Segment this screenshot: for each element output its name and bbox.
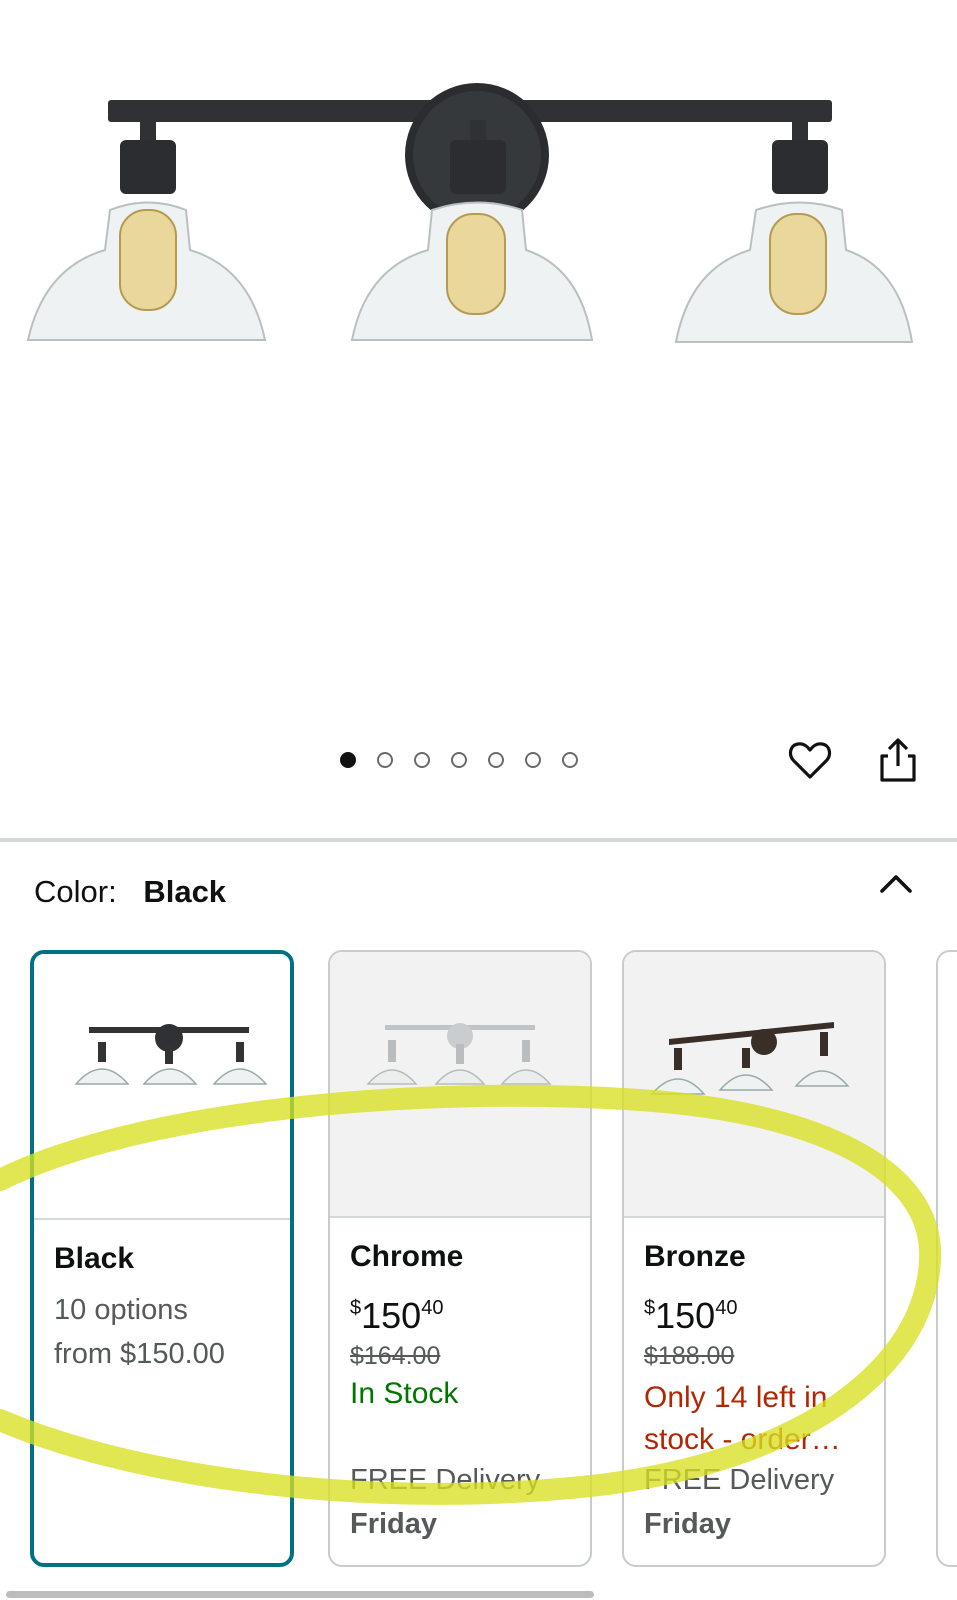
option-price: $15040 — [350, 1286, 580, 1338]
color-selected-value: Black — [143, 874, 227, 909]
section-divider — [0, 838, 957, 842]
carousel-dot[interactable] — [488, 752, 504, 768]
carousel-dot[interactable] — [562, 752, 578, 768]
chevron-up-icon[interactable] — [878, 870, 914, 896]
color-label: Color: — [34, 874, 117, 909]
color-option-next-partial[interactable] — [936, 950, 957, 1567]
color-option-chrome[interactable]: Chrome $15040 $164.00 In Stock FREE Deli… — [328, 950, 592, 1567]
carousel-dot[interactable] — [340, 752, 356, 768]
price-currency: $ — [644, 1297, 656, 1319]
price-whole: 150 — [655, 1295, 716, 1336]
carousel-dot[interactable] — [377, 752, 393, 768]
option-from-price: from $150.00 — [54, 1338, 225, 1370]
carousel-dot[interactable] — [451, 752, 467, 768]
color-option-black[interactable]: Black 10 options from $150.00 — [30, 950, 294, 1567]
option-thumbnail — [34, 954, 290, 1220]
option-name: Black — [54, 1242, 135, 1275]
price-whole: 150 — [361, 1295, 422, 1336]
option-delivery-day: Friday — [350, 1508, 438, 1540]
option-list-price: $188.00 — [644, 1342, 735, 1370]
option-delivery: FREE Delivery — [644, 1464, 835, 1496]
carousel-dot[interactable] — [414, 752, 430, 768]
price-currency: $ — [350, 1297, 362, 1319]
option-thumbnail — [330, 952, 590, 1218]
option-name: Chrome — [350, 1240, 464, 1273]
price-fraction: 40 — [715, 1297, 738, 1319]
product-image[interactable] — [0, 0, 957, 830]
option-stock-status: In Stock — [350, 1377, 459, 1410]
option-delivery-day: Friday — [644, 1508, 732, 1540]
color-option-bronze[interactable]: Bronze $15040 $188.00 Only 14 left in st… — [622, 950, 886, 1567]
image-carousel-dots[interactable] — [340, 752, 578, 768]
option-count: 10 options — [54, 1294, 188, 1326]
option-list-price: $164.00 — [350, 1342, 441, 1370]
option-price: $15040 — [644, 1286, 874, 1338]
heart-icon[interactable] — [786, 736, 834, 784]
option-thumbnail — [624, 952, 884, 1218]
horizontal-scrollbar[interactable] — [6, 1591, 594, 1598]
carousel-dot[interactable] — [525, 752, 541, 768]
share-icon[interactable] — [876, 736, 920, 784]
option-delivery: FREE Delivery — [350, 1464, 541, 1496]
color-selector-header: Color: Black — [34, 874, 226, 910]
price-fraction: 40 — [421, 1297, 444, 1319]
option-name: Bronze — [644, 1240, 746, 1273]
option-stock-status: Only 14 left in stock - order… — [644, 1381, 841, 1456]
